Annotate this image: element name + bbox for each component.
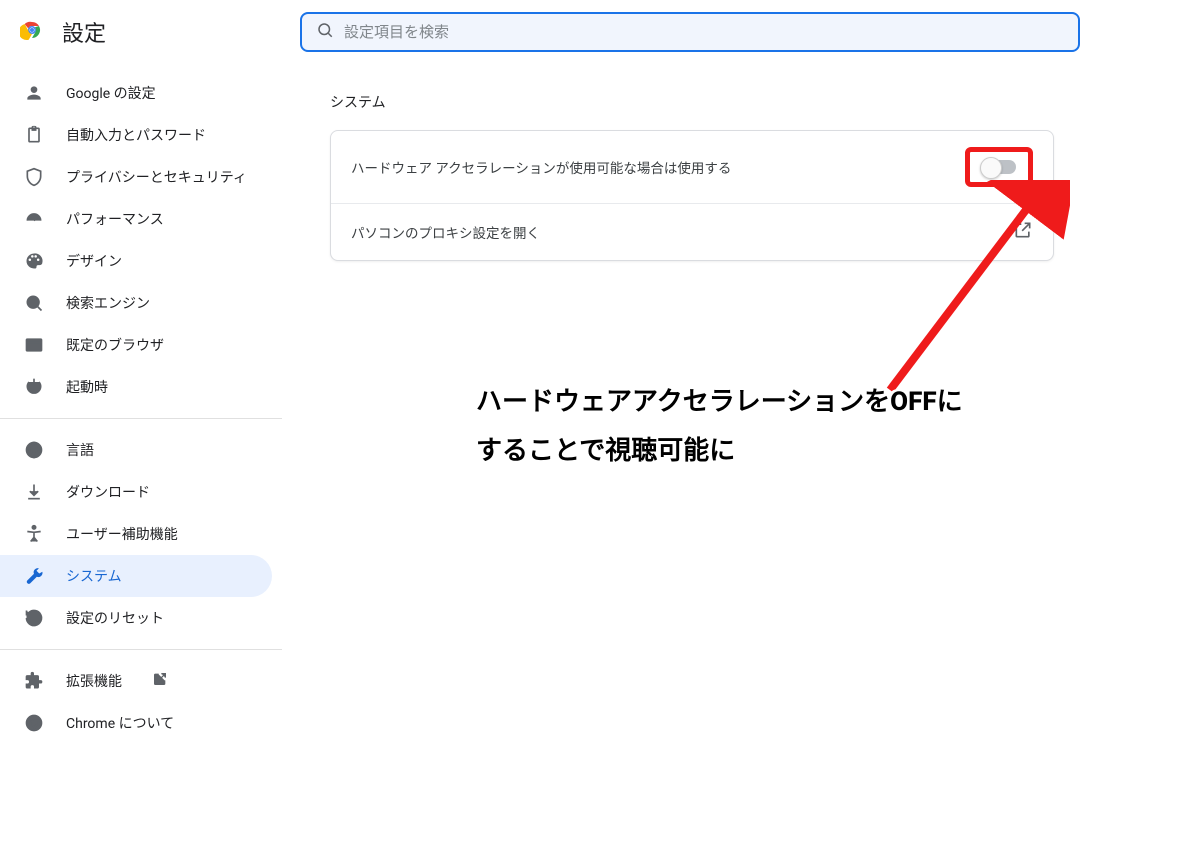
annotation-line2: することで視聴可能に (476, 427, 963, 476)
nav-divider (0, 418, 282, 419)
annotation-line1: ハードウェアアクセラレーションをOFFに (476, 378, 963, 427)
wrench-icon (24, 566, 44, 586)
settings-card: ハードウェア アクセラレーションが使用可能な場合は使用する パソコンのプロキシ設… (330, 130, 1054, 261)
sidebar-item-system[interactable]: システム (0, 555, 272, 597)
person-icon (24, 83, 44, 103)
sidebar-item-label: 自動入力とパスワード (66, 125, 206, 145)
power-icon (24, 377, 44, 397)
sidebar-item-label: 言語 (66, 440, 94, 460)
sidebar-item-language[interactable]: 言語 (0, 429, 272, 471)
header-title: 設定 (20, 16, 300, 48)
browser-icon (24, 335, 44, 355)
sidebar-item-performance[interactable]: パフォーマンス (0, 198, 272, 240)
nav-divider (0, 649, 282, 650)
row-label: ハードウェア アクセラレーションが使用可能な場合は使用する (351, 157, 731, 177)
row-hardware-acceleration: ハードウェア アクセラレーションが使用可能な場合は使用する (331, 131, 1053, 203)
section-title: システム (330, 92, 1054, 112)
sidebar-item-autofill[interactable]: 自動入力とパスワード (0, 114, 272, 156)
sidebar-item-label: システム (66, 566, 122, 586)
sidebar-item-label: ユーザー補助機能 (66, 524, 178, 544)
extension-icon (24, 671, 44, 691)
palette-icon (24, 251, 44, 271)
page-title: 設定 (62, 16, 106, 48)
header: 設定 (0, 0, 1200, 64)
sidebar-item-label: ダウンロード (66, 482, 150, 502)
sidebar-item-google[interactable]: Google の設定 (0, 72, 272, 114)
hardware-acceleration-toggle[interactable] (982, 160, 1016, 174)
search-input[interactable] (344, 24, 1064, 41)
search-wrap (300, 12, 1080, 52)
sidebar-item-reset[interactable]: 設定のリセット (0, 597, 272, 639)
search-icon (24, 293, 44, 313)
sidebar-item-label: 既定のブラウザ (66, 335, 164, 355)
speedometer-icon (24, 209, 44, 229)
sidebar-item-appearance[interactable]: デザイン (0, 240, 272, 282)
globe-icon (24, 440, 44, 460)
search-box[interactable] (300, 12, 1080, 52)
download-icon (24, 482, 44, 502)
sidebar-item-label: Google の設定 (66, 83, 156, 103)
sidebar-item-label: 拡張機能 (66, 671, 122, 691)
sidebar-item-downloads[interactable]: ダウンロード (0, 471, 272, 513)
annotation-highlight-box (965, 147, 1033, 187)
external-link-icon (152, 671, 168, 691)
sidebar-item-extensions[interactable]: 拡張機能 (0, 660, 272, 702)
sidebar-item-label: パフォーマンス (66, 209, 164, 229)
row-proxy-settings[interactable]: パソコンのプロキシ設定を開く (331, 203, 1053, 260)
sidebar-item-startup[interactable]: 起動時 (0, 366, 272, 408)
sidebar-item-about[interactable]: Chrome について (0, 702, 272, 744)
sidebar-item-accessibility[interactable]: ユーザー補助機能 (0, 513, 272, 555)
open-external-icon (1013, 220, 1033, 244)
chrome-logo-icon (20, 18, 44, 46)
restore-icon (24, 608, 44, 628)
sidebar-item-label: 設定のリセット (66, 608, 164, 628)
search-icon (316, 21, 334, 43)
sidebar: Google の設定 自動入力とパスワード プライバシーとセキュリティ パフォー… (0, 64, 282, 744)
shield-icon (24, 167, 44, 187)
sidebar-item-default-browser[interactable]: 既定のブラウザ (0, 324, 272, 366)
sidebar-item-label: プライバシーとセキュリティ (66, 167, 247, 187)
clipboard-icon (24, 125, 44, 145)
annotation-text: ハードウェアアクセラレーションをOFFに することで視聴可能に (476, 378, 963, 477)
sidebar-item-label: 検索エンジン (66, 293, 150, 313)
chrome-outline-icon (24, 713, 44, 733)
sidebar-item-label: 起動時 (66, 377, 108, 397)
row-label: パソコンのプロキシ設定を開く (351, 222, 540, 242)
accessibility-icon (24, 524, 44, 544)
sidebar-item-privacy[interactable]: プライバシーとセキュリティ (0, 156, 272, 198)
sidebar-item-label: デザイン (66, 251, 122, 271)
sidebar-item-search-engine[interactable]: 検索エンジン (0, 282, 272, 324)
sidebar-item-label: Chrome について (66, 713, 174, 733)
